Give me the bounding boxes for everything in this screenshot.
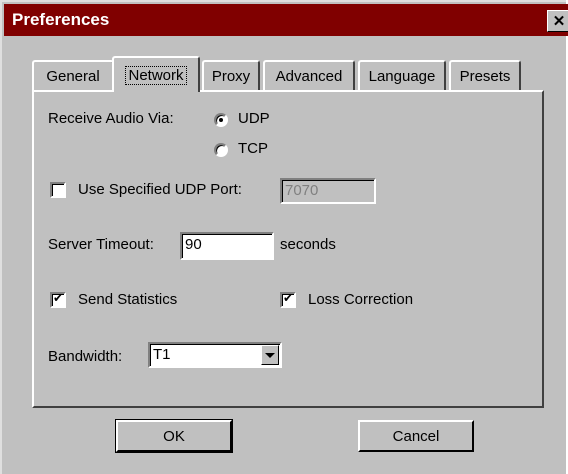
tcp-radio[interactable]	[214, 143, 228, 157]
udp-radio[interactable]	[214, 113, 228, 127]
tab-general[interactable]: General	[32, 60, 114, 90]
cancel-button[interactable]: Cancel	[358, 420, 474, 452]
tab-language[interactable]: Language	[358, 60, 446, 90]
tab-label: Proxy	[211, 67, 251, 85]
close-button[interactable]: ✕	[547, 10, 568, 32]
seconds-unit-label: seconds	[280, 236, 336, 253]
server-timeout-input[interactable]: 90	[180, 232, 274, 260]
use-udp-port-label[interactable]: Use Specified UDP Port:	[78, 181, 242, 198]
udp-port-input[interactable]: 7070	[280, 178, 376, 204]
udp-radio-label[interactable]: UDP	[238, 110, 270, 127]
bandwidth-selected-value: T1	[153, 346, 171, 363]
preferences-dialog: Preferences ✕ General Network Proxy Adva…	[0, 0, 568, 474]
close-icon: ✕	[552, 12, 566, 30]
receive-audio-label: Receive Audio Via:	[48, 110, 174, 127]
send-statistics-checkbox[interactable]	[50, 291, 66, 308]
tab-label: Network	[125, 65, 187, 85]
server-timeout-label: Server Timeout:	[48, 236, 154, 253]
loss-correction-checkbox[interactable]	[280, 291, 296, 308]
tab-network[interactable]: Network	[112, 56, 200, 92]
loss-correction-label[interactable]: Loss Correction	[308, 291, 413, 308]
send-statistics-label[interactable]: Send Statistics	[78, 291, 177, 308]
bandwidth-select[interactable]: T1	[148, 342, 282, 368]
use-udp-port-checkbox[interactable]	[50, 182, 66, 198]
ok-button[interactable]: OK	[115, 419, 233, 453]
window-title: Preferences	[12, 10, 110, 29]
bandwidth-label: Bandwidth:	[48, 348, 123, 365]
tab-presets[interactable]: Presets	[449, 60, 521, 90]
tab-proxy[interactable]: Proxy	[202, 60, 260, 90]
tab-label: Language	[368, 67, 436, 85]
tab-label: General	[46, 67, 100, 85]
tab-label: Presets	[459, 67, 511, 85]
network-tab-panel: Receive Audio Via: UDP TCP Use Specified…	[32, 90, 544, 408]
chevron-down-icon[interactable]	[261, 345, 279, 365]
tab-advanced[interactable]: Advanced	[263, 60, 355, 90]
tcp-radio-label[interactable]: TCP	[238, 140, 268, 157]
tab-label: Advanced	[275, 67, 343, 85]
title-bar[interactable]: Preferences	[4, 4, 568, 36]
